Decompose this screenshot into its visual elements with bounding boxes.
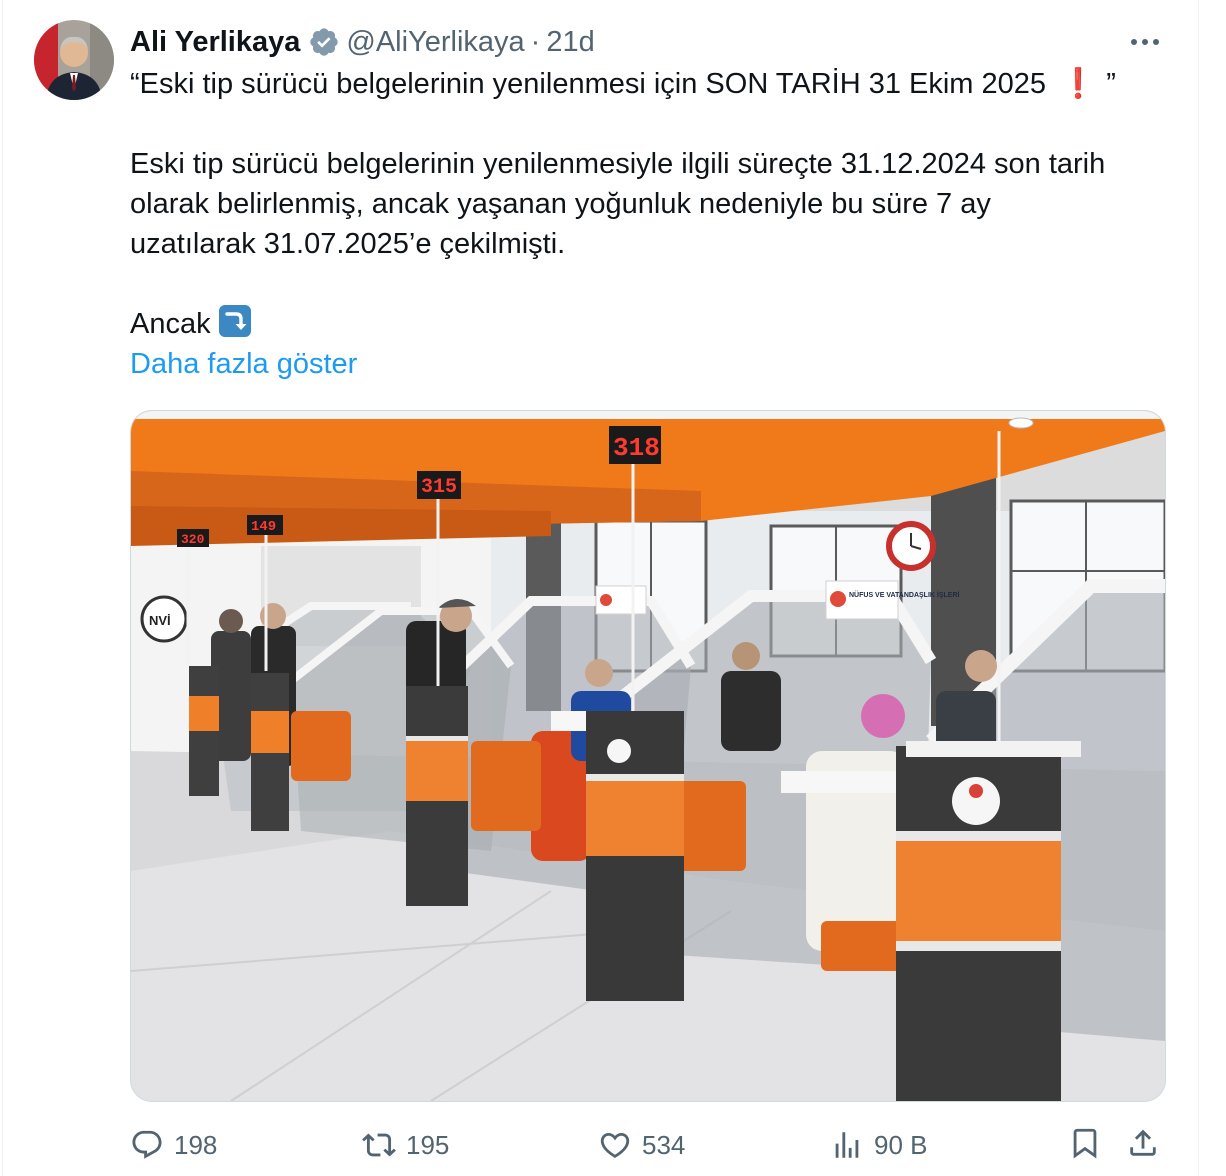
- timestamp[interactable]: 21d: [546, 26, 594, 59]
- counter-display-315: 315: [417, 471, 461, 499]
- like-count: 534: [642, 1129, 686, 1160]
- nvi-wall-logo: NVİ: [149, 613, 171, 628]
- reply-icon: [132, 1130, 162, 1159]
- like-button[interactable]: 534: [598, 1122, 685, 1168]
- verified-badge-icon: [310, 28, 339, 56]
- share-icon[interactable]: [1126, 1126, 1160, 1160]
- repost-button[interactable]: 195: [362, 1122, 449, 1168]
- tweet-actions: 198 195 534 90 B: [130, 1122, 1164, 1168]
- heart-icon: [600, 1132, 630, 1158]
- tweet-text-line-1: “Eski tip sürücü belgelerinin yenilenmes…: [130, 64, 1170, 104]
- quote-close: ”: [1106, 68, 1116, 100]
- timeline-border-right: [1198, 0, 1199, 1176]
- counter-display-318-text: 318: [613, 433, 660, 463]
- views-button[interactable]: 90 B: [830, 1122, 928, 1168]
- views-chart-icon: [835, 1132, 859, 1158]
- avatar[interactable]: [34, 20, 114, 100]
- quote-text: “Eski tip sürücü belgelerinin yenilenmes…: [130, 68, 1047, 100]
- tweet-text: “Eski tip sürücü belgelerinin yenilenmes…: [130, 64, 1170, 344]
- repost-icon: [362, 1133, 396, 1157]
- counter-display-318: 318: [609, 426, 661, 464]
- reply-count: 198: [174, 1129, 218, 1160]
- tweet-text-line-5: Ancak: [130, 304, 1170, 344]
- handle[interactable]: @AliYerlikaya: [346, 26, 524, 59]
- exclamation-emoji: ❗: [1060, 68, 1097, 100]
- tweet-header: Ali Yerlikaya @AliYerlikaya · 21d: [130, 22, 595, 62]
- display-name[interactable]: Ali Yerlikaya: [130, 26, 300, 59]
- right-arrow-curving-down-icon: [218, 305, 251, 337]
- timeline-border-left: [2, 0, 3, 1176]
- counter-display-149: 149: [247, 515, 283, 535]
- tweet-photo[interactable]: NVİ NÜFUS VE VATANDAŞLIK İŞLERİ 320 149 …: [130, 410, 1166, 1102]
- reply-button[interactable]: 198: [130, 1122, 217, 1168]
- counter-display-149-text: 149: [251, 519, 276, 535]
- tweet-text-line-2: Eski tip sürücü belgelerinin yenilenmesi…: [130, 148, 1106, 180]
- repost-count: 195: [406, 1129, 450, 1160]
- more-horizontal-icon[interactable]: [1128, 30, 1162, 54]
- counter-display-320: 320: [177, 529, 209, 547]
- bookmark-icon[interactable]: [1068, 1126, 1102, 1160]
- counter-display-315-text: 315: [421, 476, 457, 499]
- tweet-text-line-4: uzatılarak 31.07.2025’e çekilmişti.: [130, 228, 566, 260]
- tweet-text-line-3: olarak belirlenmiş, ancak yaşanan yoğunl…: [130, 188, 991, 220]
- views-count: 90 B: [874, 1129, 928, 1160]
- ancak-text: Ancak: [130, 308, 211, 340]
- nvi-sign-text: NÜFUS VE VATANDAŞLIK İŞLERİ: [849, 590, 960, 599]
- counter-display-320-text: 320: [181, 532, 205, 547]
- show-more-link[interactable]: Daha fazla göster: [130, 344, 357, 384]
- separator-dot: ·: [530, 25, 541, 58]
